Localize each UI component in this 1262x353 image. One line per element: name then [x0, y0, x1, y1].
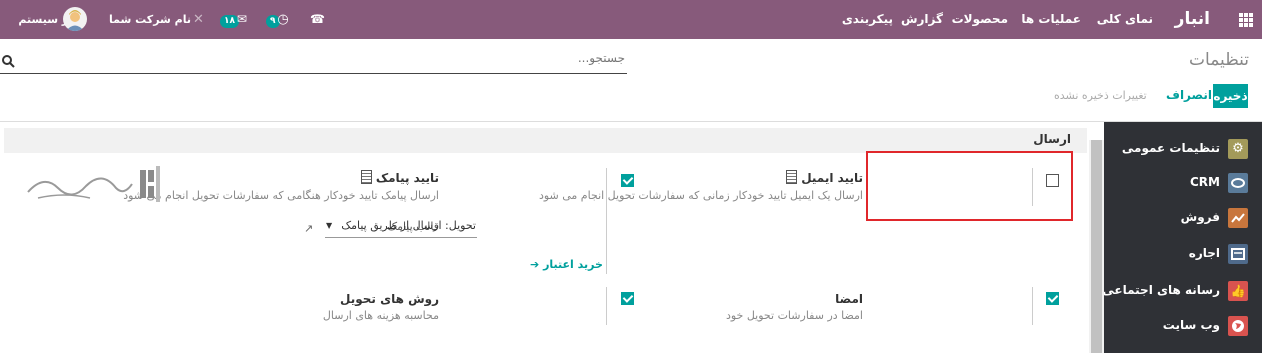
top-navbar: انبار نمای کلی عملیات ها محصولات گزارش پ…: [0, 0, 1262, 39]
divider: [606, 168, 607, 274]
menu-configuration[interactable]: پیکربندی: [842, 0, 893, 39]
external-link-icon[interactable]: ↗: [304, 222, 313, 235]
sms-confirmation-description: ارسال پیامک تایید خودکار هنگامی که سفارش…: [123, 189, 439, 202]
section-header: ارسال: [4, 128, 1087, 153]
highlight-box: [866, 151, 1073, 221]
company-setting-icon: [360, 170, 372, 184]
delivery-methods-title: روش های تحویل: [340, 292, 439, 306]
sidebar-item-rental[interactable]: اجاره: [1108, 242, 1248, 266]
sidebar-item-label: تنظیمات عمومی: [1121, 141, 1220, 155]
divider: [1032, 287, 1033, 325]
messages-menu[interactable]: ✉ ۱۸: [220, 0, 247, 39]
app-title[interactable]: انبار: [1175, 0, 1210, 39]
menu-overview[interactable]: نمای کلی: [1097, 0, 1153, 39]
delivery-methods-checkbox[interactable]: [621, 292, 634, 305]
signature-checkbox[interactable]: [1046, 292, 1059, 305]
apps-menu-icon[interactable]: [1237, 0, 1253, 39]
settings-sidebar: ⚙ تنظیمات عمومی CRM فروش اجاره 👍 رسانه ه…: [1102, 122, 1262, 353]
sms-confirmation-checkbox[interactable]: [621, 174, 634, 187]
clock-icon: ◷: [277, 12, 289, 27]
buy-credits-link[interactable]: خرید اعتبار ➔: [530, 258, 603, 271]
menu-operations[interactable]: عملیات ها: [1021, 0, 1081, 39]
sidebar-item-crm[interactable]: CRM: [1108, 171, 1248, 195]
sidebar-item-general-settings[interactable]: ⚙ تنظیمات عمومی: [1108, 137, 1248, 161]
menu-reporting[interactable]: گزارش: [901, 0, 943, 39]
scrollbar[interactable]: [1089, 140, 1104, 353]
search-bar: [0, 48, 627, 74]
unsaved-changes-label: تغییرات ذخیره نشده: [1054, 89, 1147, 102]
arrow-right-icon: ➔: [530, 258, 540, 271]
handshake-icon: [1228, 173, 1248, 193]
company-name[interactable]: نام شرکت شما: [109, 0, 191, 39]
sidebar-item-label: CRM: [1190, 175, 1220, 189]
page-title: تنظیمات: [1189, 50, 1249, 70]
discard-button[interactable]: انصراف: [1166, 88, 1212, 102]
delivery-methods-description: محاسبه هزینه های ارسال: [322, 309, 439, 322]
globe-icon: [1228, 316, 1248, 336]
sidebar-item-label: وب سایت: [1162, 318, 1220, 332]
chart-icon: [1228, 208, 1248, 228]
watermark-logo: [27, 166, 160, 202]
gear-icon: ⚙: [1228, 139, 1248, 159]
sidebar-item-website[interactable]: وب سایت: [1108, 314, 1248, 338]
signature-title: امضا: [835, 292, 863, 306]
company-setting-icon: [786, 170, 798, 184]
save-button[interactable]: ذخیره: [1213, 84, 1248, 108]
thumbs-up-icon: 👍: [1228, 281, 1248, 301]
phone-icon[interactable]: ☎: [310, 0, 325, 39]
search-icon[interactable]: [1, 54, 15, 68]
sidebar-item-social-media[interactable]: 👍 رسانه های اجتماعی: [1102, 279, 1248, 303]
sidebar-item-sales[interactable]: فروش: [1108, 206, 1248, 230]
section-title: ارسال: [1033, 132, 1071, 146]
chat-icon: ✉: [236, 12, 247, 26]
sms-confirmation-title: تایید پیامک: [360, 170, 439, 185]
activities-menu[interactable]: ◷ ۹: [266, 0, 289, 39]
rental-icon: [1228, 244, 1248, 264]
chevron-down-icon: ▼: [326, 221, 333, 230]
close-icon[interactable]: ✕: [193, 0, 204, 39]
sidebar-item-label: رسانه های اجتماعی: [1102, 283, 1220, 297]
email-confirmation-description: ارسال یک ایمیل تایید خودکار زمانی که سفا…: [538, 189, 863, 202]
signature-description: امضا در سفارشات تحویل خود: [725, 309, 863, 322]
sms-template-value: تحویل: ارسال از طریق پیامک: [341, 219, 476, 232]
scrollbar-thumb[interactable]: [1091, 140, 1102, 353]
sidebar-item-label: فروش: [1180, 210, 1220, 224]
divider: [606, 287, 607, 325]
sms-template-select[interactable]: ▼ تحویل: ارسال از طریق پیامک: [325, 218, 477, 238]
search-input[interactable]: [20, 51, 625, 65]
avatar[interactable]: [63, 7, 87, 31]
sidebar-item-label: اجاره: [1188, 246, 1220, 260]
menu-products[interactable]: محصولات: [952, 0, 1008, 39]
email-confirmation-title: تایید ایمیل: [786, 170, 863, 185]
